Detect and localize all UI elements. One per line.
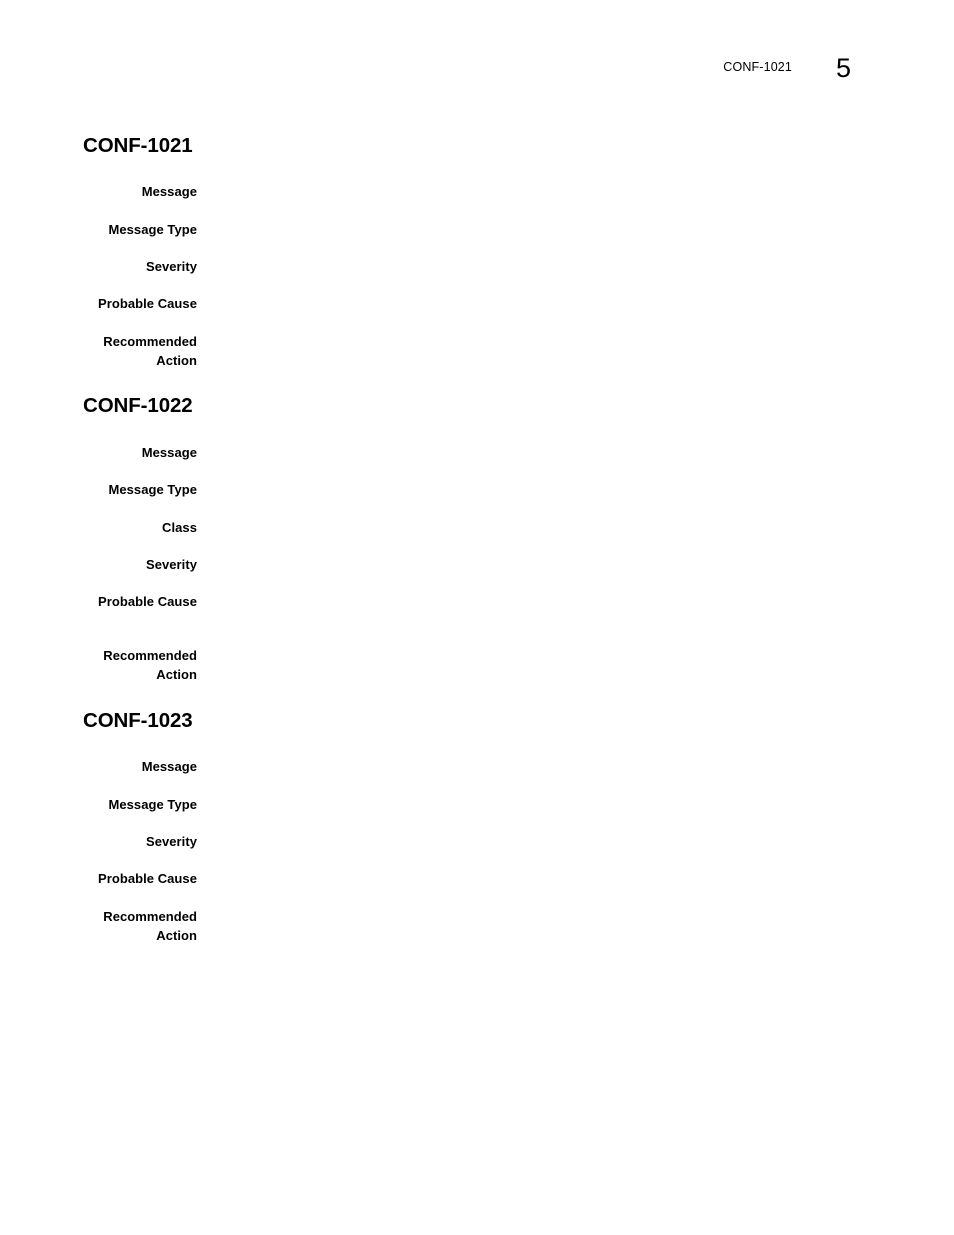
field-label: Recommended Action — [103, 648, 197, 682]
field-label: Probable Cause — [98, 594, 197, 609]
field-label: Message — [141, 759, 197, 774]
page-running-header: CONF-1021 5 — [0, 0, 954, 110]
field-label: Message Type — [108, 482, 197, 497]
field-label: Probable Cause — [98, 296, 197, 311]
field-label: Severity — [146, 834, 197, 849]
header-document-id: CONF-1021 — [723, 60, 792, 74]
header-page-number: 5 — [836, 53, 852, 83]
field-label: Severity — [146, 259, 197, 274]
document-page: CONF-1021 5 CONF-1021 Message Message Type… — [0, 0, 954, 1235]
section-heading: CONF-1022 — [83, 394, 193, 417]
section-heading: CONF-1023 — [83, 709, 193, 732]
field-label: Message Type — [108, 797, 197, 812]
field-label: Message Type — [108, 222, 197, 237]
field-label: Probable Cause — [98, 871, 197, 886]
field-label: Recommended Action — [103, 334, 197, 368]
field-label: Message — [141, 184, 197, 199]
field-label: Recommended Action — [103, 909, 197, 943]
field-label: Class — [162, 520, 197, 535]
field-label: Severity — [146, 557, 197, 572]
field-label: Message — [141, 445, 197, 460]
section-heading: CONF-1021 — [83, 134, 193, 157]
